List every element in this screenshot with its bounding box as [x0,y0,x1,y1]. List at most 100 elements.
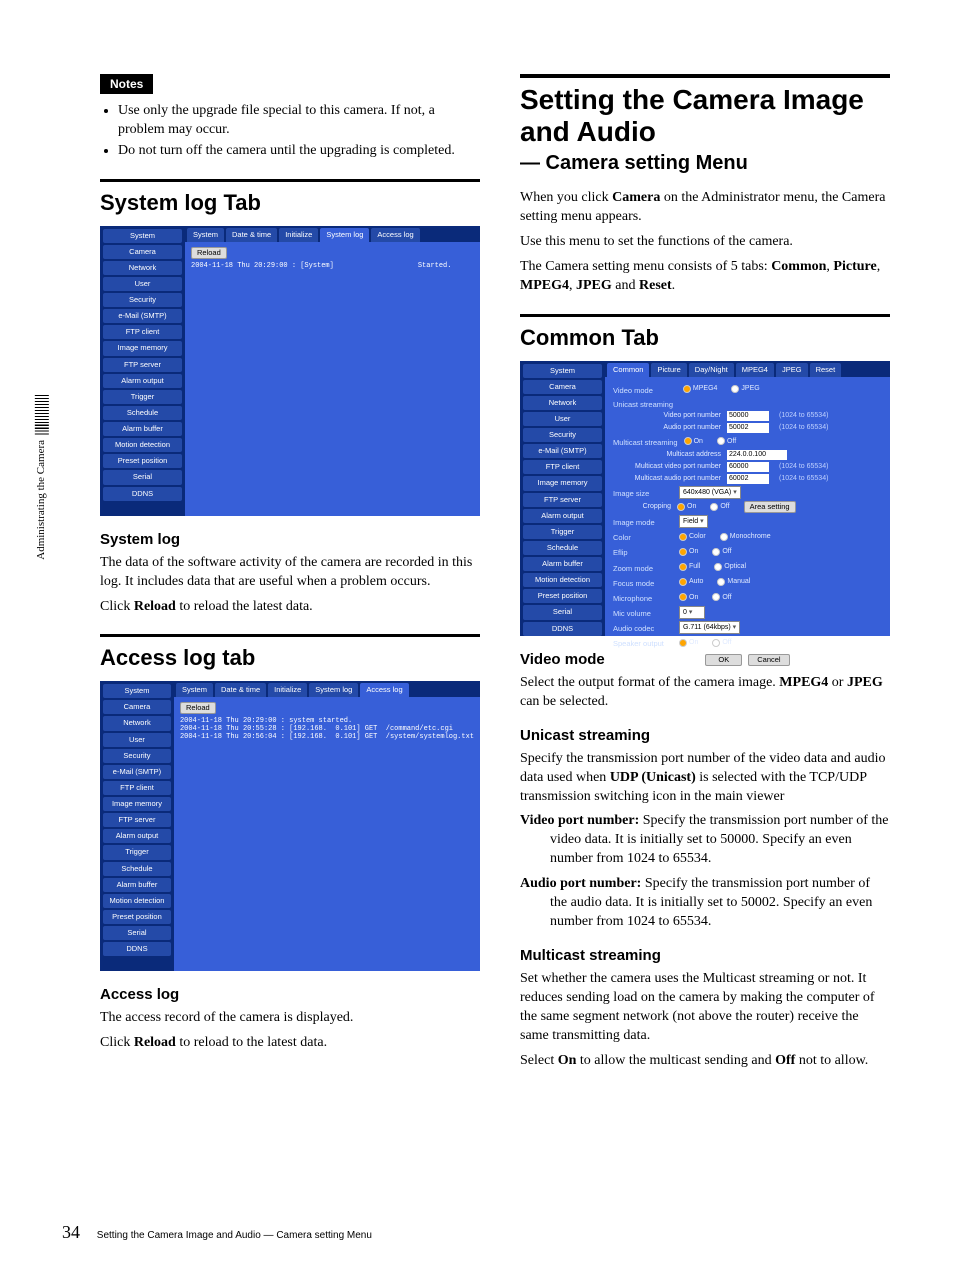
sidebar-item[interactable]: DDNS [103,942,171,956]
audio-codec-select[interactable]: G.711 (64kbps) [679,621,740,634]
sidebar-item[interactable]: Schedule [523,541,602,555]
tab[interactable]: Day/Night [689,363,734,377]
sidebar-item[interactable]: Alarm output [103,374,182,388]
sidebar-item[interactable]: System [103,229,182,243]
sidebar-item[interactable]: Image memory [523,476,602,490]
sidebar-item[interactable]: User [103,277,182,291]
tab[interactable]: Common [607,363,649,377]
sidebar-item[interactable]: Alarm output [523,509,602,523]
radio-mic-on[interactable]: On [679,593,698,602]
sidebar-item[interactable]: Camera [523,380,602,394]
sidebar-item[interactable]: Alarm buffer [103,422,182,436]
sidebar-item[interactable]: DDNS [523,622,602,636]
image-size-select[interactable]: 640x480 (VGA) [679,486,741,499]
tab[interactable]: System [187,228,224,242]
sidebar-item[interactable]: Alarm buffer [523,557,602,571]
tab[interactable]: Date & time [226,228,277,242]
ok-button[interactable]: OK [705,654,742,666]
sidebar-item[interactable]: Preset position [523,589,602,603]
sidebar-item[interactable]: Trigger [523,525,602,539]
radio-jpeg[interactable]: JPEG [731,384,759,393]
sidebar-item[interactable]: Security [523,428,602,442]
sidebar-item[interactable]: Alarm buffer [103,878,171,892]
sidebar-item[interactable]: e-Mail (SMTP) [523,444,602,458]
radio-crop-off[interactable]: Off [710,502,729,511]
sidebar-item[interactable]: Motion detection [523,573,602,587]
tab[interactable]: Access log [371,228,419,242]
multicast-aport-input[interactable]: 60002 [727,474,769,484]
radio-focus-auto[interactable]: Auto [679,577,703,586]
tab[interactable]: System log [309,683,358,697]
sidebar-item[interactable]: Preset position [103,910,171,924]
sidebar-item[interactable]: Security [103,749,171,763]
sidebar-item[interactable]: Network [523,396,602,410]
tab[interactable]: Access log [360,683,408,697]
sidebar-item[interactable]: Serial [523,605,602,619]
radio-multicast-on[interactable]: On [684,437,703,446]
sidebar-item[interactable]: Trigger [103,390,182,404]
sidebar-item[interactable]: Preset position [103,454,182,468]
sidebar-item[interactable]: System [103,684,171,698]
reload-button[interactable]: Reload [191,247,227,259]
audio-port-input[interactable]: 50002 [727,423,769,433]
sidebar-item[interactable]: Schedule [103,406,182,420]
sidebar-item[interactable]: Serial [103,470,182,484]
tab[interactable]: Initialize [279,228,318,242]
radio-focus-man[interactable]: Manual [717,577,750,586]
sidebar-item[interactable]: User [523,412,602,426]
radio-zoom-full[interactable]: Full [679,562,700,571]
tab[interactable]: Initialize [268,683,307,697]
sidebar-item[interactable]: Image memory [103,797,171,811]
sidebar-item[interactable]: Network [103,261,182,275]
sidebar-item[interactable]: FTP client [103,781,171,795]
radio-mono[interactable]: Monochrome [720,532,771,541]
sidebar-item[interactable]: Network [103,716,171,730]
log-line: 2004-11-18 Thu 20:56:04 : [192.168. 0.10… [180,734,474,742]
sidebar-item[interactable]: Serial [103,926,171,940]
radio-color[interactable]: Color [679,532,706,541]
radio-spk-off[interactable]: Off [712,638,731,647]
sidebar-item[interactable]: DDNS [103,487,182,501]
sidebar-item[interactable]: FTP client [523,460,602,474]
multicast-addr-input[interactable]: 224.0.0.100 [727,450,787,460]
sidebar-item[interactable]: FTP server [103,813,171,827]
sidebar-item[interactable]: Motion detection [103,438,182,452]
sidebar-item[interactable]: e-Mail (SMTP) [103,309,182,323]
mic-volume-select[interactable]: 0 [679,606,705,619]
sidebar-item[interactable]: FTP server [103,358,182,372]
sidebar-item[interactable]: Trigger [103,845,171,859]
radio-eflip-off[interactable]: Off [712,547,731,556]
tab[interactable]: Date & time [215,683,266,697]
radio-crop-on[interactable]: On [677,502,696,511]
sidebar-item[interactable]: System [523,364,602,378]
sidebar-item[interactable]: FTP server [523,493,602,507]
radio-spk-on[interactable]: On [679,638,698,647]
sidebar-item[interactable]: Schedule [103,862,171,876]
radio-eflip-on[interactable]: On [679,547,698,556]
tab[interactable]: JPEG [776,363,808,377]
reload-button[interactable]: Reload [180,702,216,714]
sidebar-item[interactable]: Camera [103,245,182,259]
tab[interactable]: System [176,683,213,697]
video-port-input[interactable]: 50000 [727,411,769,421]
cancel-button[interactable]: Cancel [748,654,789,666]
radio-multicast-off[interactable]: Off [717,437,736,446]
area-setting-button[interactable]: Area setting [744,501,796,513]
image-mode-select[interactable]: Field [679,515,708,528]
sidebar-item[interactable]: Security [103,293,182,307]
multicast-vport-input[interactable]: 60000 [727,462,769,472]
sidebar-item[interactable]: Alarm output [103,829,171,843]
sidebar-item[interactable]: Camera [103,700,171,714]
radio-mpeg4[interactable]: MPEG4 [683,384,718,393]
sidebar-item[interactable]: Image memory [103,341,182,355]
tab[interactable]: Picture [651,363,686,377]
radio-zoom-opt[interactable]: Optical [714,562,746,571]
tab[interactable]: MPEG4 [736,363,774,377]
sidebar-item[interactable]: User [103,733,171,747]
sidebar-item[interactable]: FTP client [103,325,182,339]
tab[interactable]: Reset [810,363,842,377]
tab[interactable]: System log [320,228,369,242]
radio-mic-off[interactable]: Off [712,593,731,602]
sidebar-item[interactable]: Motion detection [103,894,171,908]
sidebar-item[interactable]: e-Mail (SMTP) [103,765,171,779]
